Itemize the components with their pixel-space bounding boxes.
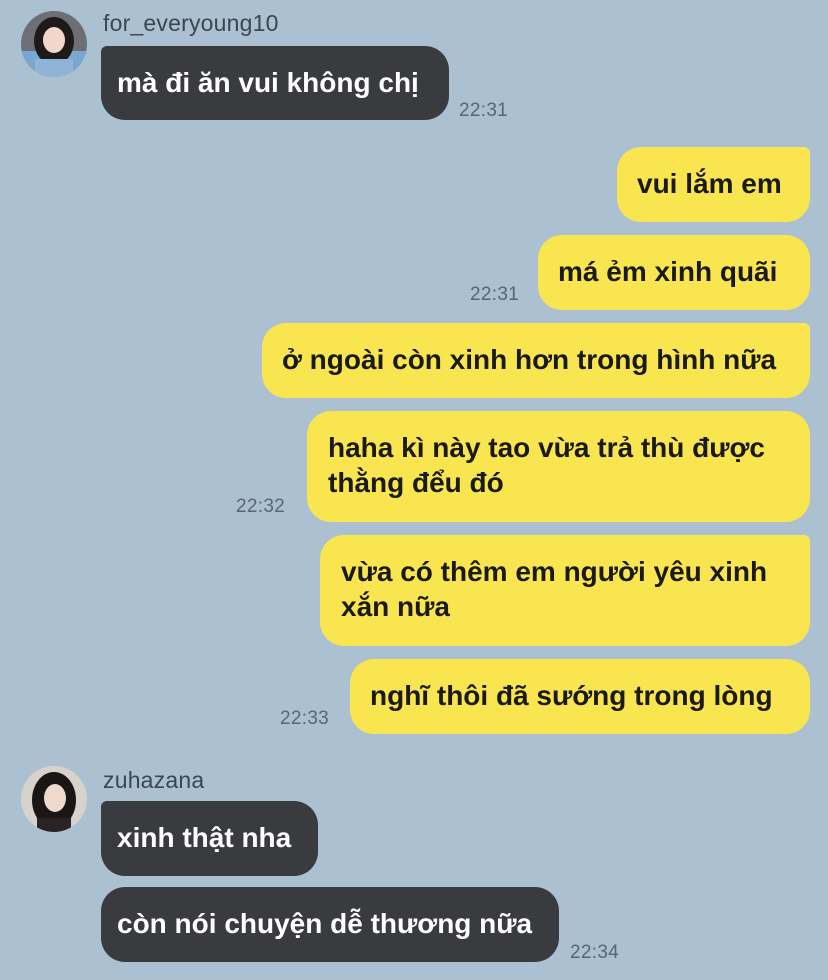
- message-timestamp: 22:33: [280, 708, 330, 729]
- message-bubble[interactable]: còn nói chuyện dễ thương nữa: [101, 887, 559, 962]
- profile-photo-icon: [21, 766, 87, 832]
- message-bubble[interactable]: ở ngoài còn xinh hơn trong hình nữa: [262, 323, 810, 398]
- sender-username: for_everyoung10: [103, 10, 279, 36]
- avatar-for-everyoung10[interactable]: [21, 11, 87, 77]
- message-timestamp: 22:31: [470, 284, 520, 305]
- message-bubble[interactable]: má ẻm xinh quãi: [538, 235, 810, 310]
- avatar-zuhazana[interactable]: [21, 766, 87, 832]
- message-bubble[interactable]: mà đi ăn vui không chị: [101, 46, 449, 120]
- sender-username: zuhazana: [103, 767, 205, 793]
- profile-photo-icon: [21, 11, 87, 77]
- message-bubble[interactable]: nghĩ thôi đã sướng trong lòng: [350, 659, 810, 734]
- message-timestamp: 22:34: [570, 942, 620, 963]
- message-timestamp: 22:31: [459, 100, 509, 121]
- message-bubble[interactable]: vừa có thêm em người yêu xinh xắn nữa: [320, 535, 810, 646]
- message-timestamp: 22:32: [236, 496, 286, 517]
- message-bubble[interactable]: haha kì này tao vừa trả thù được thằng đ…: [307, 411, 810, 522]
- message-bubble[interactable]: vui lắm em: [617, 147, 810, 222]
- message-bubble[interactable]: xinh thật nha: [101, 801, 318, 876]
